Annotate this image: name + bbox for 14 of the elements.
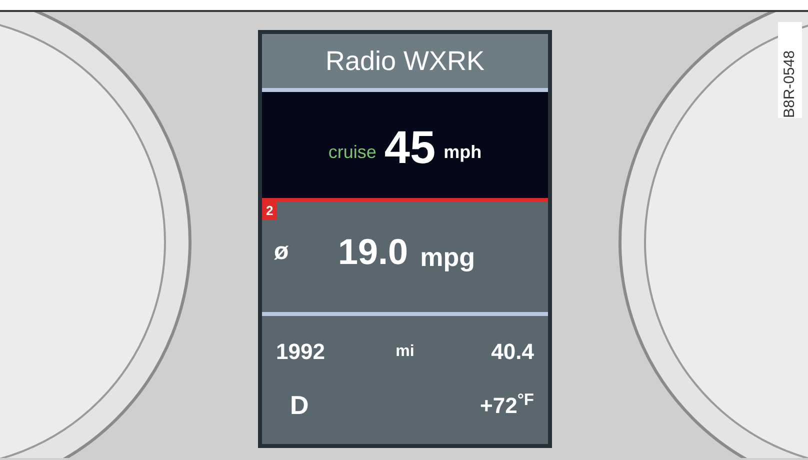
- distance-unit: mi: [394, 342, 416, 362]
- distance-value: 1992: [276, 338, 326, 366]
- cruise-label: cruise: [328, 141, 376, 164]
- speed-value: 45: [384, 124, 436, 170]
- consumption-value: 19.0: [338, 234, 408, 270]
- gear-indicator: D: [289, 389, 310, 422]
- outside-temperature: +72$^{°F}$: [478, 390, 534, 420]
- trip-reading: 40.4: [490, 338, 534, 366]
- badge: 2: [262, 202, 278, 220]
- consumption-unit: mpg: [420, 244, 475, 270]
- figure-code: B8R-0548: [781, 50, 798, 118]
- average-symbol: ø: [274, 237, 290, 267]
- station-title: Radio WXRK: [325, 44, 485, 78]
- speed-unit: mph: [444, 141, 482, 164]
